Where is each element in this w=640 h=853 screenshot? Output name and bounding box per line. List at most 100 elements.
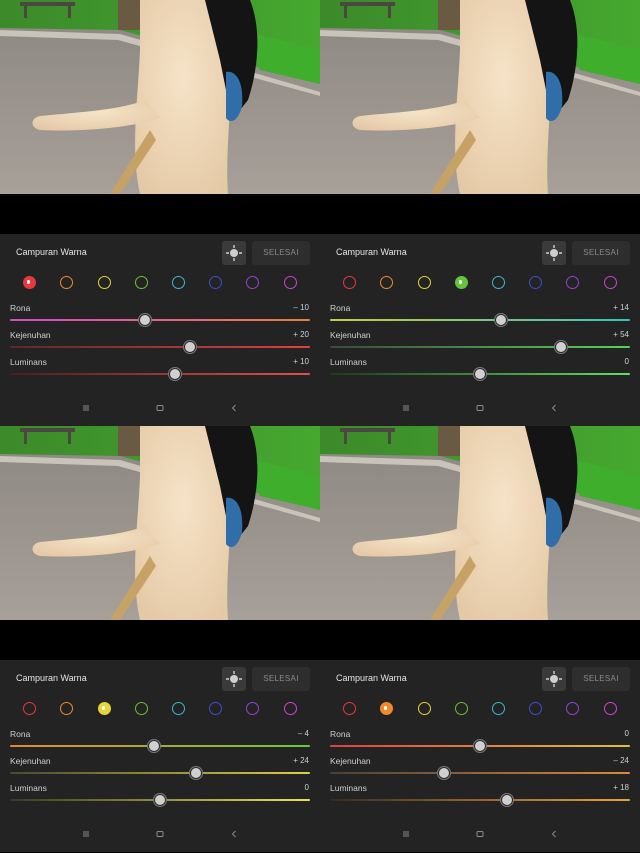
slider-value: + 20	[293, 330, 309, 339]
color-swatch-2[interactable]	[379, 702, 393, 715]
color-swatch-1[interactable]	[342, 702, 356, 715]
done-button[interactable]: SELESAI	[252, 241, 310, 265]
slider-label: Kejenuhan	[330, 756, 371, 766]
color-swatch-7[interactable]	[565, 276, 579, 289]
color-swatch-3[interactable]	[417, 276, 431, 289]
slider-thumb[interactable]	[169, 368, 181, 380]
color-swatch-2[interactable]	[59, 702, 73, 715]
color-swatch-8[interactable]	[283, 702, 297, 715]
slider-track[interactable]	[10, 319, 310, 321]
slider-value: + 14	[613, 303, 629, 312]
slider-value: 0	[624, 357, 629, 366]
color-swatch-7[interactable]	[245, 702, 259, 715]
preview-gap	[320, 620, 640, 660]
slider-thumb[interactable]	[474, 368, 486, 380]
back-icon[interactable]	[550, 830, 558, 840]
preview-gap	[320, 194, 640, 234]
color-swatch-1[interactable]	[22, 276, 36, 289]
color-swatch-7[interactable]	[565, 702, 579, 715]
color-swatch-1[interactable]	[22, 702, 36, 715]
done-button[interactable]: SELESAI	[572, 667, 630, 691]
slider-value: – 4	[297, 729, 309, 738]
slider-label: Luminans	[10, 783, 47, 793]
color-swatch-4[interactable]	[454, 702, 468, 715]
back-icon[interactable]	[230, 404, 238, 414]
photo-preview	[320, 0, 640, 194]
photo-preview	[0, 426, 320, 620]
slider-thumb[interactable]	[438, 767, 450, 779]
color-swatch-6[interactable]	[528, 702, 542, 715]
system-nav-bar	[320, 404, 640, 418]
home-icon[interactable]	[476, 404, 484, 414]
system-nav-bar	[320, 830, 640, 844]
color-swatch-2[interactable]	[379, 276, 393, 289]
slider-thumb[interactable]	[555, 341, 567, 353]
color-swatch-5[interactable]	[491, 276, 505, 289]
back-icon[interactable]	[550, 404, 558, 414]
home-icon[interactable]	[156, 404, 164, 414]
home-icon[interactable]	[476, 830, 484, 840]
color-mix-sheet: Campuran Warna SELESAI Rona 0 Kejenuhan …	[320, 660, 640, 852]
back-icon[interactable]	[230, 830, 238, 840]
recent-apps-icon[interactable]	[402, 404, 410, 414]
recent-apps-icon[interactable]	[402, 830, 410, 840]
recent-apps-icon[interactable]	[82, 404, 90, 414]
slider-track[interactable]	[10, 745, 310, 747]
color-swatch-6[interactable]	[208, 702, 222, 715]
color-swatch-8[interactable]	[603, 702, 617, 715]
target-adjust-icon[interactable]	[222, 667, 246, 691]
slider-thumb[interactable]	[495, 314, 507, 326]
slider-track[interactable]	[330, 319, 630, 321]
slider-label: Rona	[10, 729, 31, 739]
slider-track[interactable]	[330, 799, 630, 801]
slider-track[interactable]	[10, 772, 310, 774]
slider-track[interactable]	[330, 772, 630, 774]
slider-label: Rona	[330, 729, 351, 739]
slider-label: Rona	[330, 303, 351, 313]
panel-title: Campuran Warna	[336, 247, 407, 257]
color-swatch-7[interactable]	[245, 276, 259, 289]
slider-thumb[interactable]	[501, 794, 513, 806]
home-icon[interactable]	[156, 830, 164, 840]
color-swatch-8[interactable]	[603, 276, 617, 289]
slider-thumb[interactable]	[184, 341, 196, 353]
color-swatch-3[interactable]	[97, 702, 111, 715]
slider-track[interactable]	[330, 346, 630, 348]
recent-apps-icon[interactable]	[82, 830, 90, 840]
slider-value: + 24	[293, 756, 309, 765]
done-button[interactable]: SELESAI	[252, 667, 310, 691]
slider-thumb[interactable]	[154, 794, 166, 806]
slider-track[interactable]	[10, 373, 310, 375]
slider-track[interactable]	[10, 346, 310, 348]
done-button[interactable]: SELESAI	[572, 241, 630, 265]
color-swatch-4[interactable]	[454, 276, 468, 289]
slider-thumb[interactable]	[139, 314, 151, 326]
slider-value: – 10	[293, 303, 309, 312]
system-nav-bar	[0, 404, 320, 418]
slider-label: Luminans	[330, 357, 367, 367]
color-swatch-2[interactable]	[59, 276, 73, 289]
color-swatch-row	[0, 700, 320, 718]
preview-gap	[0, 620, 320, 660]
color-swatch-6[interactable]	[528, 276, 542, 289]
color-swatch-5[interactable]	[491, 702, 505, 715]
panel-title: Campuran Warna	[336, 673, 407, 683]
target-adjust-icon[interactable]	[222, 241, 246, 265]
color-swatch-5[interactable]	[171, 276, 185, 289]
color-swatch-1[interactable]	[342, 276, 356, 289]
color-swatch-4[interactable]	[134, 702, 148, 715]
color-swatch-5[interactable]	[171, 702, 185, 715]
color-swatch-4[interactable]	[134, 276, 148, 289]
slider-thumb[interactable]	[474, 740, 486, 752]
color-swatch-8[interactable]	[283, 276, 297, 289]
color-swatch-3[interactable]	[97, 276, 111, 289]
panel-title: Campuran Warna	[16, 673, 87, 683]
target-adjust-icon[interactable]	[542, 241, 566, 265]
target-adjust-icon[interactable]	[542, 667, 566, 691]
color-swatch-3[interactable]	[417, 702, 431, 715]
slider-thumb[interactable]	[190, 767, 202, 779]
color-swatch-6[interactable]	[208, 276, 222, 289]
slider-label: Luminans	[10, 357, 47, 367]
slider-thumb[interactable]	[148, 740, 160, 752]
slider-label: Kejenuhan	[330, 330, 371, 340]
